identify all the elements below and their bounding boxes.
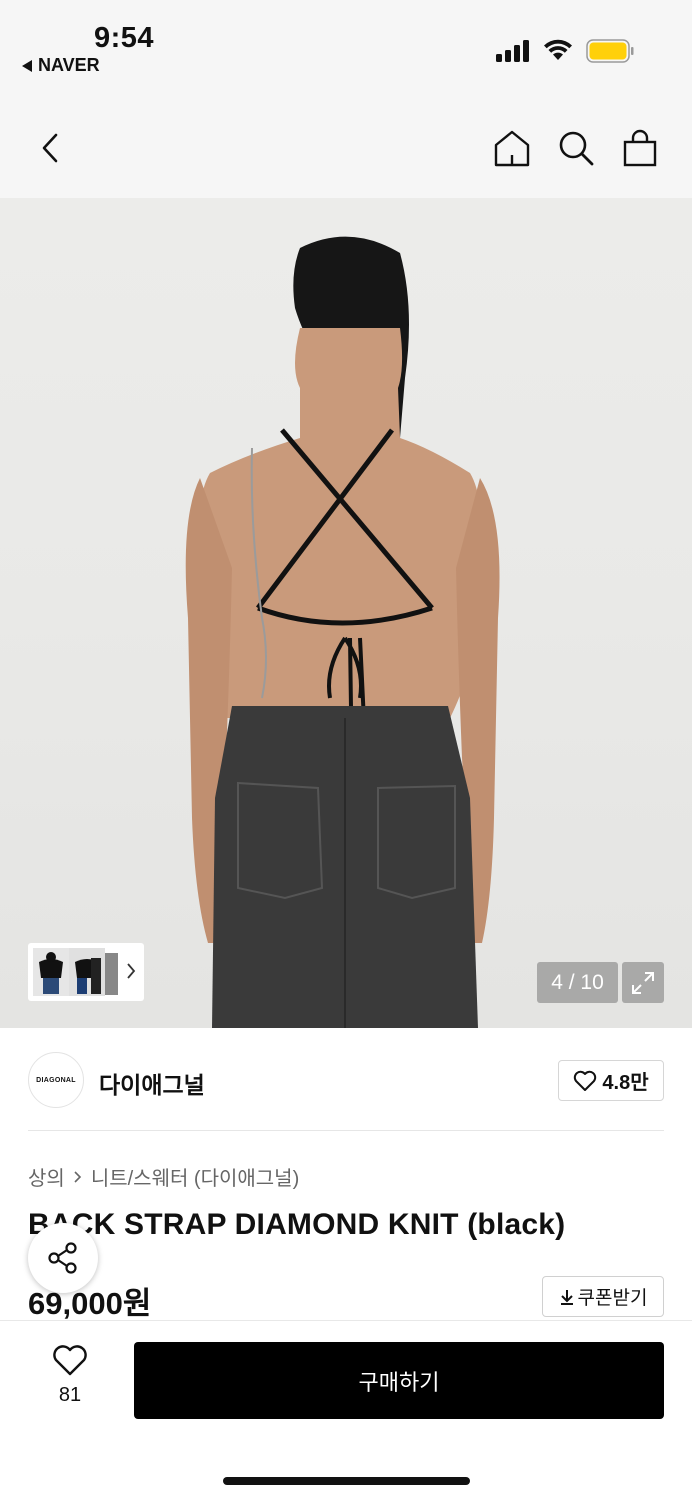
search-icon — [559, 131, 594, 166]
search-button[interactable] — [556, 128, 596, 168]
shopping-bag-icon — [623, 129, 657, 167]
status-time: 9:54 — [94, 22, 155, 54]
wifi-icon — [544, 39, 572, 60]
chevron-right-icon — [127, 963, 136, 979]
brand-like-button[interactable]: 4.8만 — [558, 1060, 664, 1101]
back-triangle-icon — [22, 59, 32, 72]
wishlist-button[interactable]: 81 — [40, 1345, 100, 1407]
brand-row[interactable]: DIAGONAL 다이애그널 4.8만 — [28, 1052, 664, 1110]
brand-logo[interactable]: DIAGONAL — [28, 1052, 84, 1108]
home-button[interactable] — [492, 128, 532, 168]
back-app-label: NAVER — [38, 55, 100, 75]
bottom-action-bar: 81 구매하기 — [0, 1320, 692, 1500]
brand-name[interactable]: 다이애그널 — [99, 1066, 205, 1100]
product-title: BACK STRAP DIAMOND KNIT (black) — [28, 1208, 566, 1241]
thumbnail-image — [33, 948, 69, 996]
heart-icon — [53, 1345, 87, 1376]
battery-icon — [586, 39, 634, 63]
status-bar: 9:54 NAVER — [0, 0, 692, 98]
product-image[interactable]: 4 / 10 — [0, 198, 692, 1028]
breadcrumb-item[interactable]: 상의 — [28, 1162, 65, 1191]
expand-image-button[interactable] — [622, 962, 664, 1003]
divider — [28, 1130, 664, 1131]
breadcrumb-item[interactable]: 니트/스웨터 (다이애그널) — [91, 1162, 299, 1191]
buy-button[interactable]: 구매하기 — [134, 1342, 664, 1419]
brand-like-count: 4.8만 — [602, 1072, 649, 1094]
chevron-left-icon — [42, 133, 58, 163]
thumbnail-image — [69, 948, 105, 996]
home-indicator[interactable] — [223, 1477, 470, 1485]
wishlist-count: 81 — [58, 1384, 82, 1406]
cellular-signal-icon — [496, 40, 529, 62]
home-icon — [494, 130, 530, 167]
share-icon — [48, 1242, 77, 1274]
breadcrumb: 상의 니트/스웨터 (다이애그널) — [28, 1162, 299, 1191]
back-to-app-link[interactable]: NAVER — [22, 55, 100, 76]
back-button[interactable] — [30, 128, 70, 168]
coupon-download-button[interactable]: 쿠폰받기 — [542, 1276, 664, 1317]
cart-button[interactable] — [620, 128, 660, 168]
expand-icon — [632, 971, 654, 994]
chevron-right-icon — [74, 1170, 81, 1183]
share-button[interactable] — [28, 1223, 98, 1293]
download-icon — [560, 1289, 573, 1305]
top-nav-bar — [0, 98, 692, 198]
coupon-label: 쿠폰받기 — [577, 1288, 648, 1309]
heart-icon — [574, 1070, 597, 1091]
thumbnail-strip[interactable] — [28, 943, 144, 1001]
image-page-counter: 4 / 10 — [537, 962, 618, 1003]
model-photo-illustration — [185, 236, 500, 1028]
